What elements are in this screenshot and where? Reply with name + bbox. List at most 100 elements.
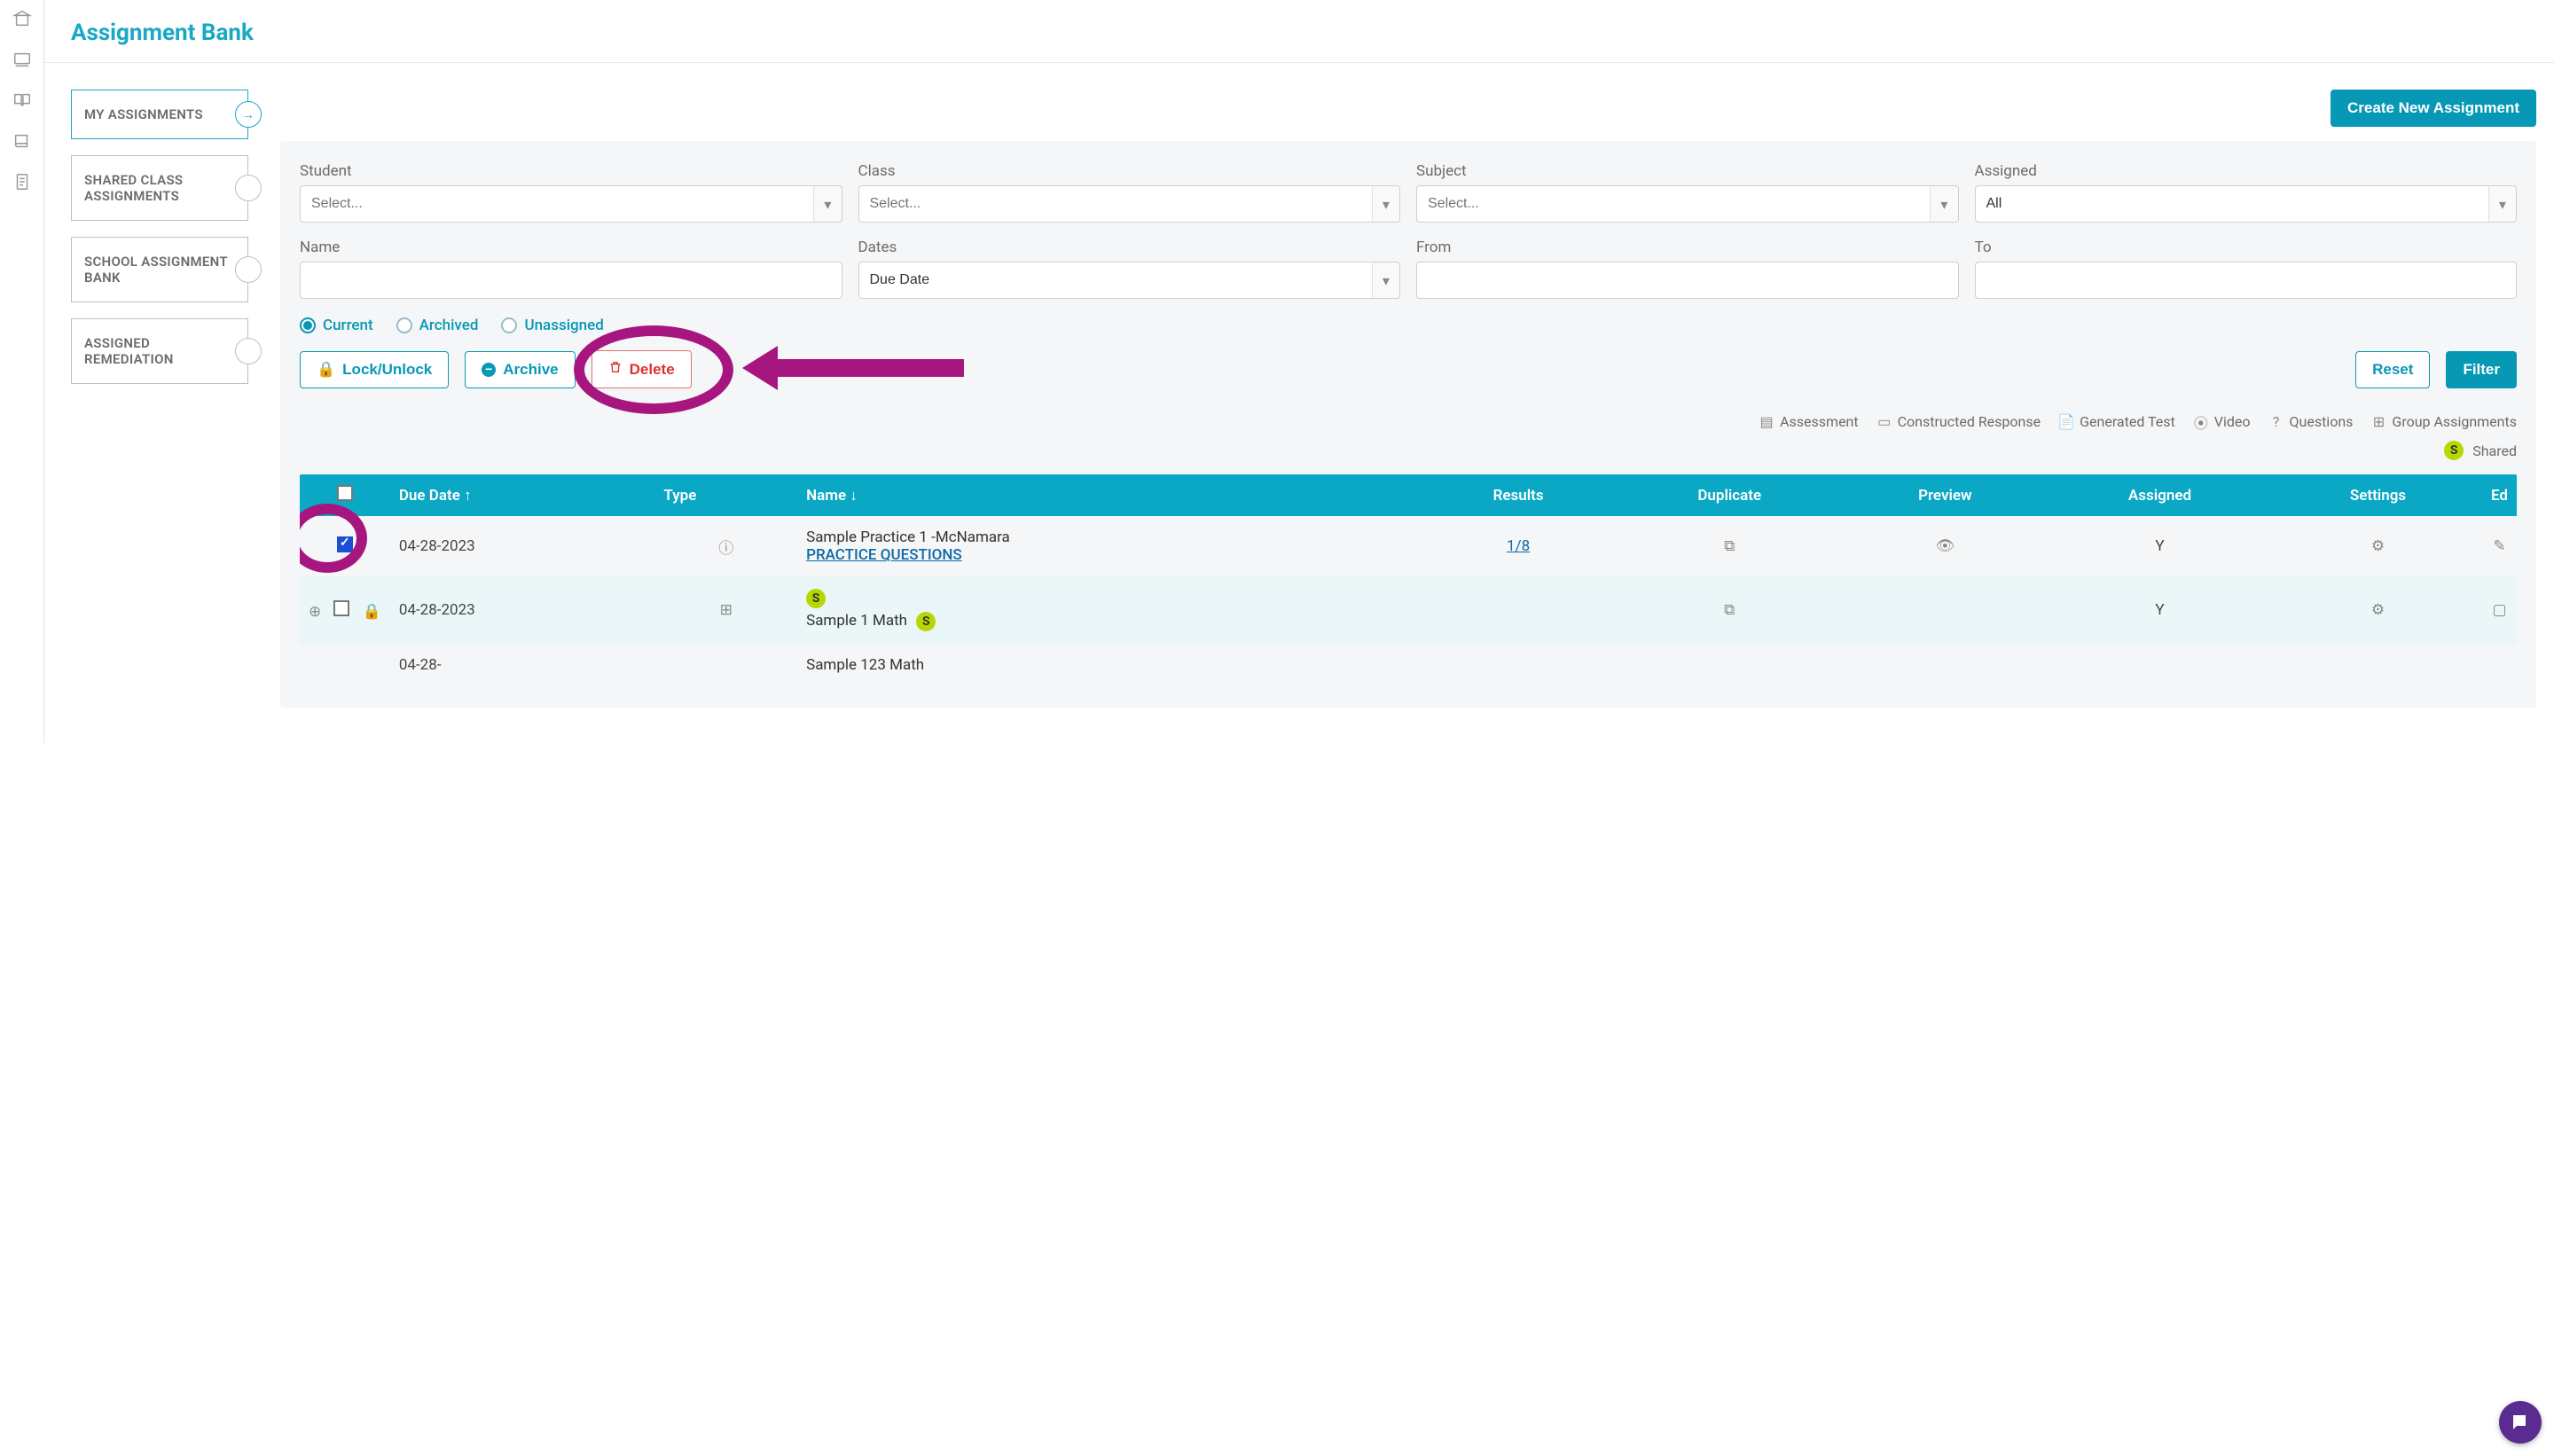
col-assigned[interactable]: Assigned — [2046, 474, 2274, 516]
tab-label: ASSIGNED REMEDIATION — [84, 335, 174, 367]
to-label: To — [1975, 239, 2518, 256]
assignment-name: Sample 123 Math — [806, 656, 1413, 674]
assignments-table: Due Date ↑ Type Name ↓ Results Duplicate… — [300, 474, 2517, 686]
trash-icon — [608, 360, 623, 379]
tab-shared-class[interactable]: SHARED CLASS ASSIGNMENTS — [71, 155, 248, 221]
divider — [44, 62, 2554, 63]
shared-badge-icon: S — [2444, 441, 2464, 460]
chevron-down-icon[interactable]: ▾ — [813, 185, 842, 223]
tab-my-assignments[interactable]: MY ASSIGNMENTS → — [71, 90, 248, 139]
shared-label: Shared — [2472, 442, 2517, 459]
radio-archived[interactable]: Archived — [396, 317, 479, 334]
col-duplicate[interactable]: Duplicate — [1615, 474, 1845, 516]
chevron-down-icon[interactable]: ▾ — [1372, 185, 1400, 223]
legend-assessment: ▤Assessment — [1759, 413, 1859, 430]
col-preview[interactable]: Preview — [1845, 474, 2046, 516]
assigned-label: Assigned — [1975, 162, 2518, 180]
to-input[interactable] — [1975, 262, 2518, 299]
row-checkbox[interactable] — [337, 536, 353, 552]
student-label: Student — [300, 162, 842, 180]
book-icon[interactable] — [12, 131, 32, 151]
expand-plus-icon[interactable]: ⊕ — [309, 603, 321, 621]
duplicate-icon[interactable]: ⧉ — [1724, 537, 1735, 555]
questions-icon: ? — [2268, 414, 2284, 430]
delete-button[interactable]: Delete — [591, 350, 692, 388]
results-link[interactable]: 1/8 — [1507, 537, 1530, 555]
constructed-response-icon: ▭ — [1876, 414, 1892, 430]
cell-name: S Sample 1 Math S — [797, 576, 1422, 644]
archive-button[interactable]: − Archive — [465, 351, 575, 388]
tab-knob-icon — [235, 338, 262, 364]
status-radio-group: Current Archived Unassigned — [300, 317, 2517, 334]
legend-generated: 📄Generated Test — [2058, 413, 2175, 430]
radio-unassigned[interactable]: Unassigned — [501, 317, 603, 334]
assignment-sublink[interactable]: PRACTICE QUESTIONS — [806, 546, 962, 564]
settings-gear-icon[interactable]: ⚙ — [2371, 537, 2385, 555]
shared-badge-icon: S — [916, 612, 936, 631]
col-edit[interactable]: Ed — [2482, 474, 2517, 516]
filter-button[interactable]: Filter — [2446, 351, 2517, 388]
radio-dot-icon — [396, 317, 412, 333]
assignment-name: Sample Practice 1 -McNamara — [806, 528, 1413, 546]
sort-up-icon: ↑ — [464, 487, 472, 505]
assigned-select[interactable] — [1975, 185, 2489, 223]
cell-name: Sample Practice 1 -McNamara PRACTICE QUE… — [797, 516, 1422, 576]
student-select[interactable] — [300, 185, 814, 223]
radio-label: Unassigned — [524, 317, 603, 334]
legend-group: ⊞Group Assignments — [2370, 413, 2517, 430]
legend-shared: S Shared — [300, 441, 2517, 460]
button-label: Delete — [630, 361, 675, 379]
create-assignment-button[interactable]: Create New Assignment — [2331, 90, 2536, 127]
from-label: From — [1416, 239, 1959, 256]
legend-constructed: ▭Constructed Response — [1876, 413, 2041, 430]
preview-icon[interactable]: 👁 — [1936, 537, 1955, 555]
page-title: Assignment Bank — [71, 0, 2536, 62]
screen-icon[interactable] — [12, 50, 32, 69]
reset-button[interactable]: Reset — [2355, 351, 2430, 388]
name-label: Name — [300, 239, 842, 256]
group-assignments-icon: ⊞ — [2370, 414, 2386, 430]
legend-questions: ?Questions — [2268, 413, 2354, 430]
cell-assigned: Y — [2046, 576, 2274, 644]
questions-icon: ⓘ — [718, 540, 733, 558]
tab-school-bank[interactable]: SCHOOL ASSIGNMENT BANK — [71, 237, 248, 302]
col-name[interactable]: Name ↓ — [797, 474, 1422, 516]
row-checkbox[interactable] — [333, 600, 349, 616]
from-input[interactable] — [1416, 262, 1959, 299]
lock-unlock-button[interactable]: 🔒 Lock/Unlock — [300, 351, 449, 388]
filter-panel: Student ▾ Class ▾ — [280, 141, 2536, 708]
col-settings[interactable]: Settings — [2274, 474, 2482, 516]
left-nav-rail — [0, 0, 44, 743]
radio-dot-icon — [501, 317, 517, 333]
assignment-name: Sample 1 Math — [806, 612, 907, 630]
cell-due-date: 04-28- — [390, 644, 655, 686]
class-select[interactable] — [858, 185, 1373, 223]
document-icon[interactable] — [12, 172, 32, 192]
cell-results — [1422, 576, 1614, 644]
class-label: Class — [858, 162, 1401, 180]
chevron-down-icon[interactable]: ▾ — [1372, 262, 1400, 299]
tab-assigned-remediation[interactable]: ASSIGNED REMEDIATION — [71, 318, 248, 384]
col-results[interactable]: Results — [1422, 474, 1614, 516]
edit-pencil-icon[interactable]: ✎ — [2493, 537, 2505, 555]
col-type[interactable]: Type — [654, 474, 797, 516]
settings-gear-icon[interactable]: ⚙ — [2371, 601, 2385, 619]
name-input[interactable] — [300, 262, 842, 299]
radio-dot-icon — [300, 317, 316, 333]
radio-current[interactable]: Current — [300, 317, 373, 334]
building-icon[interactable] — [12, 9, 32, 28]
dates-select[interactable] — [858, 262, 1373, 299]
select-all-checkbox[interactable] — [337, 485, 353, 501]
chevron-down-icon[interactable]: ▾ — [2488, 185, 2517, 223]
group-assignments-icon: ⊞ — [720, 601, 733, 619]
col-due-date[interactable]: Due Date ↑ — [390, 474, 655, 516]
edit-icon[interactable]: ▢ — [2492, 601, 2506, 619]
chevron-down-icon[interactable]: ▾ — [1930, 185, 1958, 223]
subject-select[interactable] — [1416, 185, 1931, 223]
cell-preview — [1845, 576, 2046, 644]
button-label: Lock/Unlock — [342, 361, 432, 379]
table-row: 04-28- Sample 123 Math — [300, 644, 2517, 686]
book-open-icon[interactable] — [12, 90, 32, 110]
help-fab-button[interactable] — [2499, 1401, 2542, 1444]
duplicate-icon[interactable]: ⧉ — [1724, 601, 1735, 619]
